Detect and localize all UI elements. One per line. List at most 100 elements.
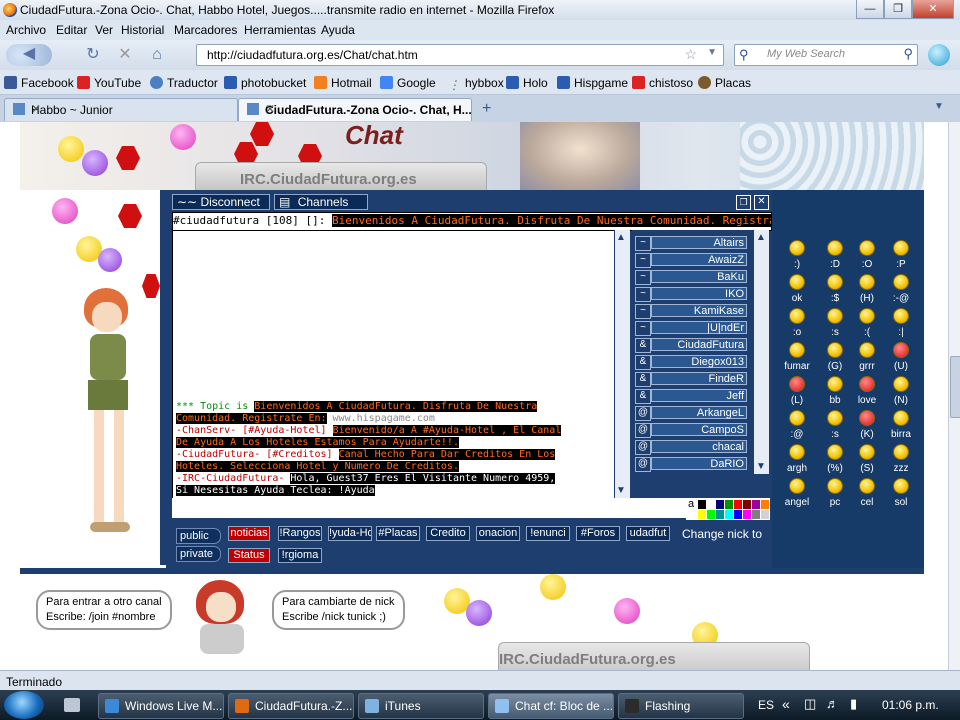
emoticon-button[interactable]: (K) <box>850 410 884 444</box>
url-bar[interactable]: http://ciudadfutura.org.es/Chat/chat.htm… <box>196 44 724 66</box>
color-swatch[interactable] <box>707 500 715 509</box>
language-indicator[interactable]: ES <box>758 698 774 712</box>
home-icon[interactable]: ⌂ <box>146 45 168 65</box>
channels-button[interactable]: ▤ Channels <box>274 194 368 210</box>
tab-habbo-junior[interactable]: Habbo ~ Junior ✕ <box>4 98 238 121</box>
menu-marcadores[interactable]: Marcadores <box>174 23 237 37</box>
color-swatch[interactable] <box>725 500 733 509</box>
bookmark-holo[interactable]: Holo <box>506 76 548 90</box>
color-swatch[interactable] <box>752 500 760 509</box>
nick-row[interactable]: & FindeR <box>632 372 750 387</box>
scroll-up-icon[interactable]: ▲ <box>756 232 766 243</box>
menu-ver[interactable]: Ver <box>95 23 113 37</box>
close-icon[interactable]: ✕ <box>754 195 769 210</box>
color-swatch[interactable] <box>698 510 706 519</box>
change-nick-button[interactable]: Change nick to <box>678 522 770 544</box>
emoticon-button[interactable]: (N) <box>884 376 918 410</box>
chevron-icon[interactable]: « <box>782 696 790 712</box>
nick-row[interactable]: @ CampoS <box>632 423 750 438</box>
nick-row[interactable]: ~ Altairs <box>632 236 750 251</box>
color-swatch[interactable] <box>725 510 733 519</box>
emoticon-button[interactable]: birra <box>884 410 918 444</box>
bookmark-placas[interactable]: Placas <box>698 76 751 90</box>
search-engine-icon[interactable]: ⚲ <box>739 47 749 63</box>
bookmark-hybbox[interactable]: ⋮ hybbox <box>448 76 504 92</box>
color-swatch[interactable] <box>743 500 751 509</box>
tab-ciudadfutura[interactable]: CiudadFutura.-Zona Ocio-. Chat, H... ✕ <box>238 98 472 121</box>
scroll-up-icon[interactable]: ▲ <box>616 232 626 243</box>
color-swatch[interactable] <box>752 510 760 519</box>
color-swatch[interactable] <box>761 500 769 509</box>
quick-channel-button[interactable]: #Placas <box>376 526 420 541</box>
color-palette[interactable]: a <box>686 498 770 520</box>
bookmark-hotmail[interactable]: Hotmail <box>314 76 372 90</box>
minimize-button[interactable]: — <box>856 0 884 19</box>
maximize-button[interactable]: ❐ <box>884 0 912 19</box>
tab-close-icon[interactable]: ✕ <box>265 102 465 116</box>
public-toggle[interactable]: public <box>176 528 221 544</box>
nick-scrollbar[interactable]: ▲ ▼ <box>754 230 769 474</box>
nick-row[interactable]: & Jeff <box>632 389 750 404</box>
emoticon-button[interactable]: :( <box>850 308 884 342</box>
emoticon-button[interactable]: (L) <box>780 376 814 410</box>
color-swatch[interactable] <box>698 500 706 509</box>
tab-list-icon[interactable]: ▼ <box>934 101 944 112</box>
quick-channel-button[interactable]: udadfut <box>626 526 670 541</box>
nick-row[interactable]: @ chacal <box>632 440 750 455</box>
taskbar-item[interactable]: Windows Live M... <box>98 693 224 719</box>
emoticon-button[interactable]: :o <box>780 308 814 342</box>
color-swatch[interactable] <box>734 500 742 509</box>
bookmark-traductor[interactable]: Traductor <box>150 76 218 90</box>
emoticon-button[interactable]: :-@ <box>884 274 918 308</box>
emoticon-button[interactable]: (%) <box>818 444 852 478</box>
nick-row[interactable]: & Diegox013 <box>632 355 750 370</box>
emoticon-button[interactable]: ok <box>780 274 814 308</box>
taskbar-item[interactable]: Chat cf: Bloc de ... <box>488 693 614 719</box>
url-dropdown-icon[interactable]: ▼ <box>707 47 717 58</box>
reload-icon[interactable]: ↻ <box>82 45 104 65</box>
emoticon-button[interactable]: :$ <box>818 274 852 308</box>
nick-row[interactable]: ~ AwaizZ <box>632 253 750 268</box>
menu-herramientas[interactable]: Herramientas <box>244 23 316 37</box>
bookmark-star-icon[interactable]: ☆ <box>684 46 697 63</box>
bookmark-google[interactable]: Google <box>380 76 436 90</box>
emoticon-button[interactable]: grrr <box>850 342 884 376</box>
menu-historial[interactable]: Historial <box>121 23 164 37</box>
quick-channel-button[interactable]: noticias <box>228 526 270 541</box>
disconnect-button[interactable]: ∼∼ Disconnect <box>172 194 270 210</box>
message-input[interactable] <box>172 498 686 518</box>
network-icon[interactable]: ◫ <box>804 696 816 712</box>
color-swatch[interactable] <box>716 500 724 509</box>
nick-row[interactable]: ~ BaKu <box>632 270 750 285</box>
taskbar-item[interactable]: CiudadFutura.-Z... <box>228 693 354 719</box>
nick-row[interactable]: ~ |U|ndEr <box>632 321 750 336</box>
tab-close-icon[interactable]: ✕ <box>31 102 231 116</box>
emoticon-button[interactable]: :| <box>884 308 918 342</box>
nick-row[interactable]: @ ArkangeL <box>632 406 750 421</box>
battery-icon[interactable]: ▮ <box>850 696 857 712</box>
emoticon-button[interactable]: love <box>850 376 884 410</box>
emoticon-button[interactable]: (G) <box>818 342 852 376</box>
emoticon-button[interactable]: cel <box>850 478 884 512</box>
menu-archivo[interactable]: Archivo <box>6 23 46 37</box>
scroll-thumb[interactable] <box>950 356 960 418</box>
close-window-button[interactable]: ✕ <box>912 0 954 19</box>
scroll-down-icon[interactable]: ▼ <box>756 461 766 472</box>
quick-command-button[interactable]: !rgioma <box>278 548 322 563</box>
quick-channel-button[interactable]: #Foros <box>576 526 620 541</box>
show-desktop-icon[interactable] <box>64 698 80 712</box>
back-button[interactable]: ◀ <box>6 44 52 66</box>
taskbar-item[interactable]: Flashing <box>618 693 744 719</box>
nick-row[interactable]: ~ KamiKase <box>632 304 750 319</box>
page-scrollbar[interactable] <box>948 122 960 670</box>
emoticon-button[interactable]: :@ <box>780 410 814 444</box>
emoticon-button[interactable]: fumar <box>780 342 814 376</box>
bookmark-chistoso[interactable]: chistoso <box>632 76 693 90</box>
emoticon-button[interactable]: bb <box>818 376 852 410</box>
emoticon-button[interactable]: :P <box>884 240 918 274</box>
new-tab-icon[interactable]: + <box>482 100 491 118</box>
quick-channel-button[interactable]: !Rangos <box>278 526 322 541</box>
color-swatch[interactable] <box>707 510 715 519</box>
quick-command-button[interactable]: Status <box>228 548 270 563</box>
quick-channel-button[interactable]: onacion <box>476 526 520 541</box>
